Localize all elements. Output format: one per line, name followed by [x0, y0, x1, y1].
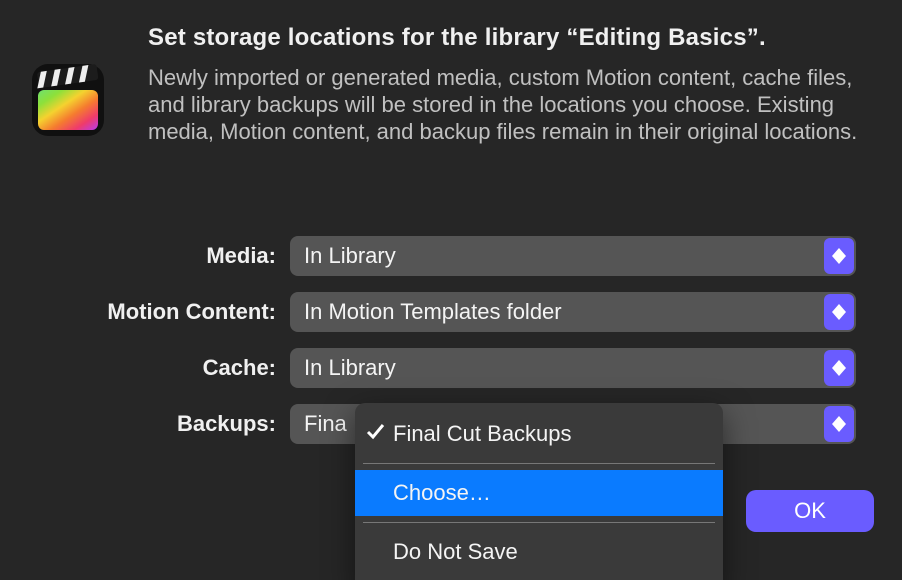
chevrons-icon — [824, 350, 854, 386]
label-motion: Motion Content: — [0, 299, 290, 325]
menu-separator — [363, 522, 715, 523]
label-media: Media: — [0, 243, 290, 269]
row-motion: Motion Content: In Motion Templates fold… — [0, 284, 902, 340]
app-icon — [28, 60, 108, 140]
menu-option-final-cut-backups[interactable]: Final Cut Backups — [355, 411, 723, 457]
chevrons-icon — [824, 294, 854, 330]
menu-separator — [363, 463, 715, 464]
backups-menu: Final Cut Backups Choose… Do Not Save — [355, 403, 723, 580]
popup-media[interactable]: In Library — [290, 236, 856, 276]
dialog-description: Newly imported or generated media, custo… — [148, 64, 868, 145]
chevrons-icon — [824, 238, 854, 274]
popup-backups-value: Fina — [304, 411, 347, 437]
popup-motion[interactable]: In Motion Templates folder — [290, 292, 856, 332]
dialog-title: Set storage locations for the library “E… — [148, 24, 766, 52]
menu-option-choose[interactable]: Choose… — [355, 470, 723, 516]
ok-button-label: OK — [794, 498, 826, 524]
popup-cache[interactable]: In Library — [290, 348, 856, 388]
popup-motion-value: In Motion Templates folder — [304, 299, 562, 325]
menu-option-do-not-save[interactable]: Do Not Save — [355, 529, 723, 575]
dialog: Set storage locations for the library “E… — [0, 0, 902, 580]
row-media: Media: In Library — [0, 228, 902, 284]
menu-option-label: Final Cut Backups — [393, 421, 572, 447]
ok-button[interactable]: OK — [746, 490, 874, 532]
menu-option-label: Do Not Save — [393, 539, 518, 565]
checkmark-icon — [365, 421, 385, 447]
label-backups: Backups: — [0, 411, 290, 437]
label-cache: Cache: — [0, 355, 290, 381]
popup-cache-value: In Library — [304, 355, 396, 381]
popup-media-value: In Library — [304, 243, 396, 269]
menu-option-label: Choose… — [393, 480, 491, 506]
chevrons-icon — [824, 406, 854, 442]
row-cache: Cache: In Library — [0, 340, 902, 396]
